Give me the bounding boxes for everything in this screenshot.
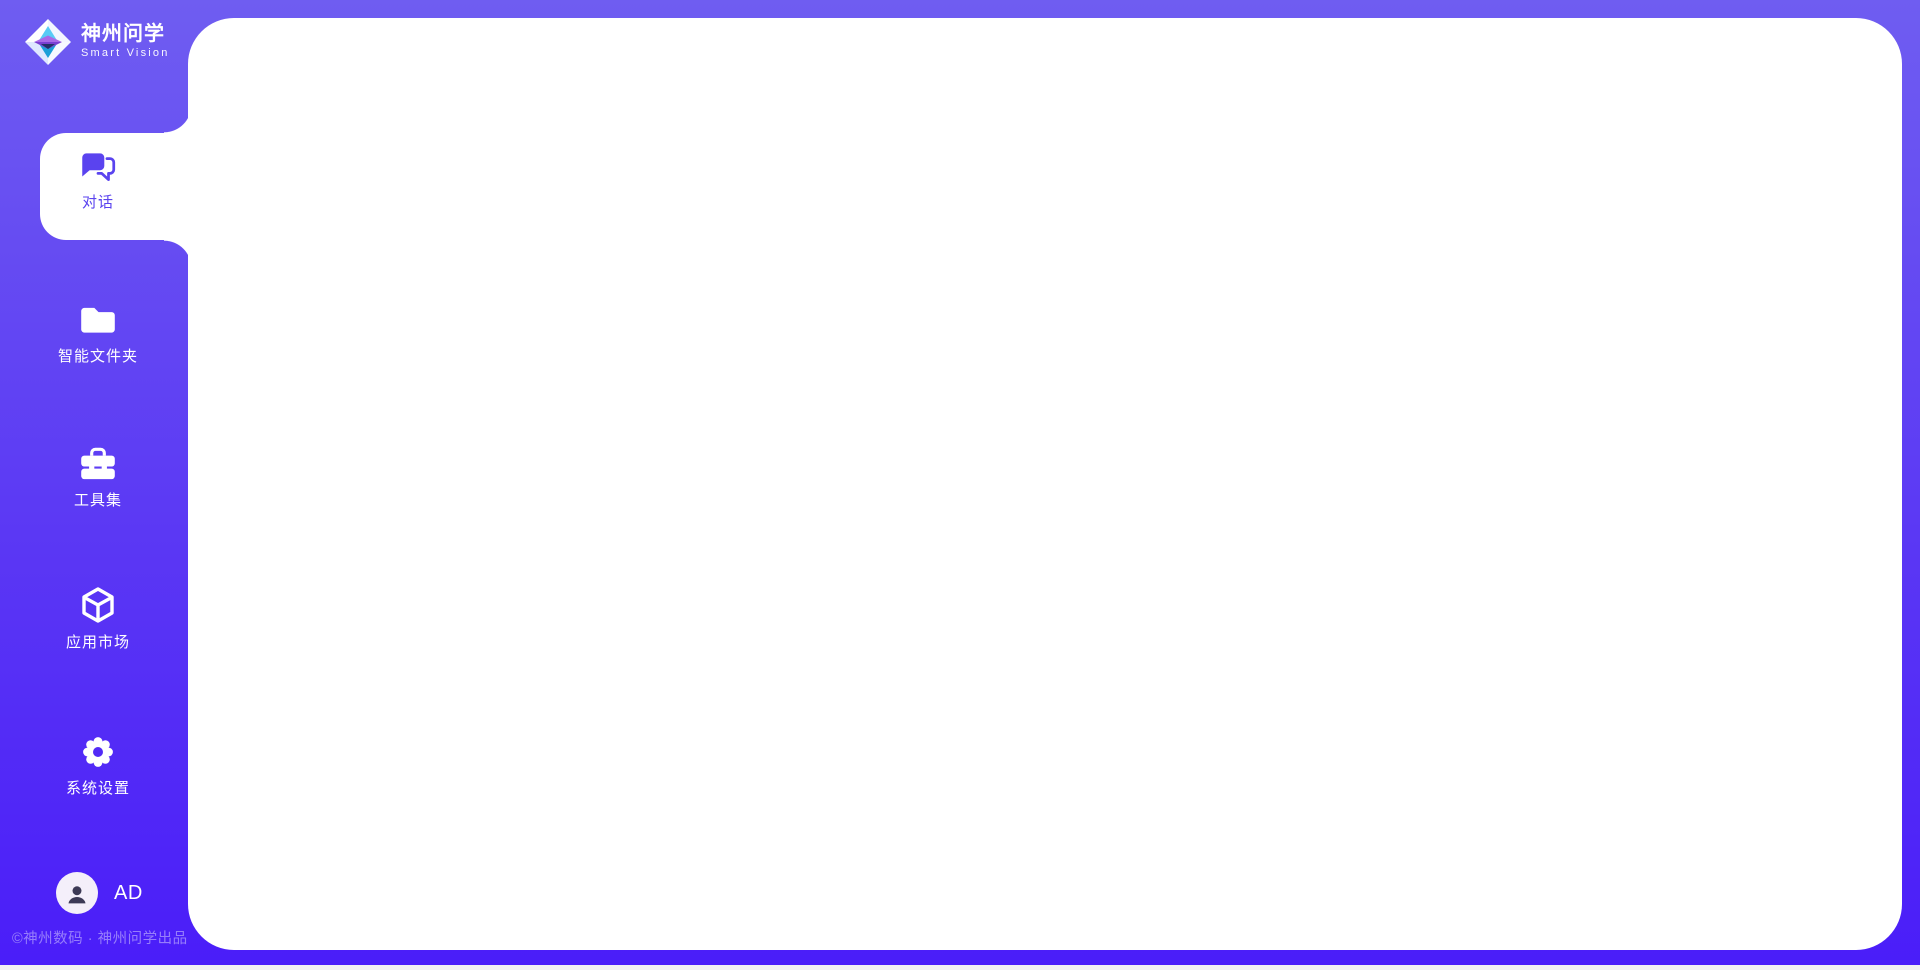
folder-icon <box>77 300 119 340</box>
brand-logo: 神州问学 Smart Vision <box>24 18 170 66</box>
sidebar-item-label: 智能文件夹 <box>0 345 196 366</box>
app-background: 神州问学 Smart Vision 对话 智能文件夹 工具集 应用市场 系统设置 <box>0 0 1920 970</box>
sidebar-item-smart-folder[interactable]: 智能文件夹 <box>0 300 196 366</box>
sidebar: 神州问学 Smart Vision 对话 智能文件夹 工具集 应用市场 系统设置 <box>0 0 196 970</box>
sidebar-item-app-market[interactable]: 应用市场 <box>0 586 196 652</box>
sidebar-item-label: 对话 <box>0 191 196 212</box>
sidebar-item-toolbox[interactable]: 工具集 <box>0 444 196 510</box>
sidebar-item-settings[interactable]: 系统设置 <box>0 732 196 798</box>
gear-icon <box>77 732 119 772</box>
copyright: ©神州数码 · 神州问学出品 <box>12 927 188 948</box>
user-profile[interactable]: AD <box>56 872 143 914</box>
sidebar-item-label: 工具集 <box>0 489 196 510</box>
main-panel <box>188 18 1902 950</box>
person-icon <box>65 882 89 905</box>
avatar <box>56 872 98 914</box>
brand-text: 神州问学 Smart Vision <box>81 24 170 60</box>
toolbox-icon <box>77 444 119 484</box>
sidebar-item-label: 系统设置 <box>0 777 196 798</box>
cube-icon <box>77 586 119 626</box>
brand-subtitle: Smart Vision <box>81 48 170 60</box>
brand-name: 神州问学 <box>81 24 170 45</box>
user-initials: AD <box>114 882 143 905</box>
brand-gem-icon <box>24 18 72 66</box>
sidebar-item-chat[interactable]: 对话 <box>0 146 196 212</box>
horizontal-scrollbar[interactable] <box>0 965 1920 970</box>
sidebar-item-label: 应用市场 <box>0 631 196 652</box>
chat-icon <box>77 146 119 186</box>
